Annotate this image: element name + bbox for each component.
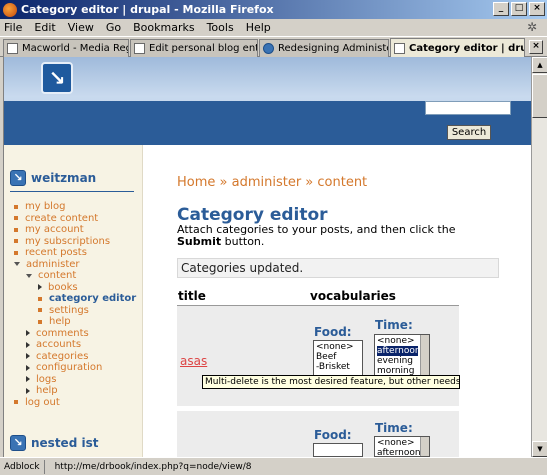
select-scrollbar[interactable]: [420, 437, 429, 456]
block-divider: [10, 191, 134, 192]
window-title: Category editor | drupal - Mozilla Firef…: [21, 3, 274, 16]
col-title-header: title: [178, 289, 206, 303]
scroll-down-button[interactable]: ▼: [532, 441, 547, 457]
minimize-button[interactable]: _: [493, 2, 509, 16]
close-tab-button[interactable]: ×: [529, 40, 543, 54]
tab-category-editor[interactable]: Category editor | drupal: [390, 38, 525, 57]
drupal-icon: [263, 43, 274, 54]
collapsed-icon: [26, 364, 30, 371]
menu-go[interactable]: Go: [106, 21, 121, 34]
nav-category-editor[interactable]: category editor: [14, 293, 136, 305]
user-nav: my blog create content my account my sub…: [14, 201, 136, 408]
nav-recent-posts[interactable]: recent posts: [14, 247, 136, 259]
nav-settings[interactable]: settings: [14, 305, 136, 317]
food-label: Food:: [314, 428, 352, 442]
second-block-title: ↘ nested ist: [10, 435, 98, 451]
menu-tools[interactable]: Tools: [207, 21, 234, 34]
menu-view[interactable]: View: [68, 21, 94, 34]
tab-bar: Macworld - Media Registration Edit perso…: [0, 37, 547, 57]
site-header: ↘ Search: [4, 57, 531, 145]
page-scrollbar[interactable]: ▲ ▼: [531, 57, 547, 457]
time-label: Time:: [375, 318, 413, 332]
collapsed-icon: [26, 376, 30, 383]
page-viewport: ↘ Search ↘ weitzman my blog create conte…: [3, 57, 531, 457]
collapsed-icon: [26, 387, 30, 394]
nav-logs[interactable]: logs: [14, 374, 136, 386]
collapsed-icon: [26, 353, 30, 360]
nav-accounts[interactable]: accounts: [14, 339, 136, 351]
tab-label: Edit personal blog entry | drupal: [149, 43, 257, 54]
collapsed-icon: [38, 284, 42, 291]
search-button[interactable]: Search: [447, 125, 491, 140]
tab-redesigning[interactable]: Redesigning Administer Conte...: [259, 39, 389, 57]
nav-create-content[interactable]: create content: [14, 213, 136, 225]
user-block-title: ↘ weitzman: [10, 170, 96, 186]
adblock-button[interactable]: Adblock: [0, 459, 45, 474]
term-link-asas[interactable]: asas: [180, 354, 207, 368]
expanded-icon: [26, 273, 32, 278]
intro-text: Attach categories to your posts, and the…: [177, 223, 456, 248]
time-select[interactable]: <none> afternoon: [374, 436, 430, 457]
nav-my-subscriptions[interactable]: my subscriptions: [14, 236, 136, 248]
nav-my-account[interactable]: my account: [14, 224, 136, 236]
sidebar: ↘ weitzman my blog create content my acc…: [4, 145, 143, 457]
status-bar: Adblock http://me/drbook/index.php?q=nod…: [0, 457, 547, 475]
nav-log-out[interactable]: log out: [14, 397, 136, 409]
select-scrollbar[interactable]: [420, 335, 429, 375]
collapsed-icon: [26, 341, 30, 348]
main-content: Home » administer » content Category edi…: [177, 145, 531, 457]
tab-label: Category editor | drupal: [409, 42, 524, 54]
breadcrumb[interactable]: Home » administer » content: [177, 175, 367, 190]
nav-categories[interactable]: categories: [14, 351, 136, 363]
tab-label: Macworld - Media Registration: [22, 43, 128, 54]
window-titlebar: Category editor | drupal - Mozilla Firef…: [0, 0, 547, 19]
arrow-icon: ↘: [10, 170, 26, 186]
menu-help[interactable]: Help: [246, 21, 271, 34]
site-logo-icon[interactable]: ↘: [41, 62, 73, 94]
page-title: Category editor: [177, 205, 328, 225]
maximize-button[interactable]: □: [511, 2, 527, 16]
tab-edit-blog[interactable]: Edit personal blog entry | drupal: [130, 39, 258, 57]
menu-bar: File Edit View Go Bookmarks Tools Help ✲: [0, 19, 547, 37]
menu-file[interactable]: File: [4, 21, 22, 34]
status-message: Categories updated.: [177, 258, 499, 278]
arrow-icon: ↘: [10, 435, 26, 451]
collapsed-icon: [26, 330, 30, 337]
throbber-icon: ✲: [527, 20, 538, 34]
tooltip: Multi-delete is the most desired feature…: [202, 375, 460, 389]
tab-macworld[interactable]: Macworld - Media Registration: [3, 39, 129, 57]
menu-bookmarks[interactable]: Bookmarks: [133, 21, 194, 34]
time-label: Time:: [375, 421, 413, 435]
tab-label: Redesigning Administer Conte...: [278, 43, 388, 54]
nav-my-blog[interactable]: my blog: [14, 201, 136, 213]
firefox-icon: [3, 2, 17, 17]
nav-configuration[interactable]: configuration: [14, 362, 136, 374]
food-select[interactable]: <none> Beef -Brisket: [313, 340, 363, 380]
nav-comments[interactable]: comments: [14, 328, 136, 340]
expanded-icon: [14, 262, 20, 267]
col-vocab-header: vocabularies: [310, 289, 396, 303]
page-icon: [394, 42, 405, 54]
menu-edit[interactable]: Edit: [34, 21, 55, 34]
nav-books[interactable]: books: [14, 282, 136, 294]
nav-help-sub[interactable]: help: [14, 316, 136, 328]
scroll-up-button[interactable]: ▲: [532, 57, 547, 73]
nav-content[interactable]: content: [14, 270, 136, 282]
close-window-button[interactable]: ×: [529, 2, 545, 16]
nav-help[interactable]: help: [14, 385, 136, 397]
page-icon: [134, 43, 145, 54]
time-select[interactable]: <none> afternoon evening morning: [374, 334, 430, 376]
food-select[interactable]: [313, 443, 363, 457]
food-label: Food:: [314, 325, 352, 339]
nav-administer[interactable]: administer: [14, 259, 136, 271]
page-icon: [7, 43, 18, 54]
status-url: http://me/drbook/index.php?q=node/view/8: [54, 461, 252, 472]
scroll-thumb[interactable]: [532, 74, 547, 118]
search-input[interactable]: [425, 101, 511, 115]
